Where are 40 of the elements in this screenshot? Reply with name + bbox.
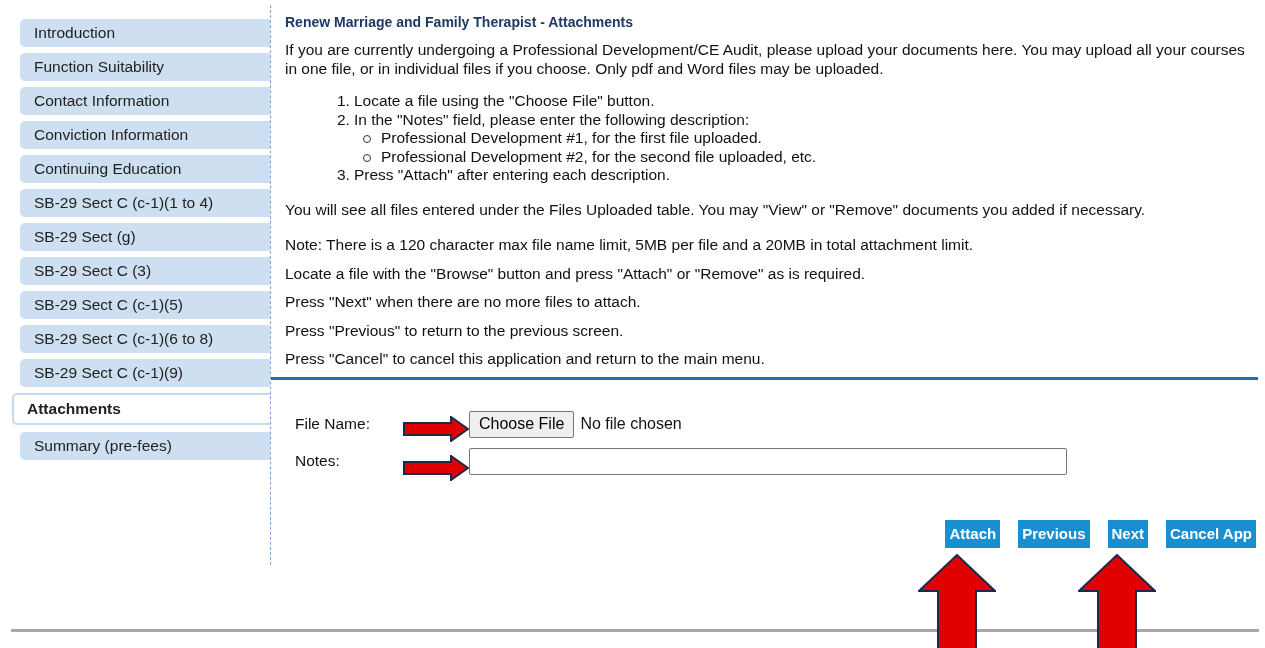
sidebar-item[interactable]: SB-29 Sect (g) <box>20 223 270 251</box>
annotation-arrow <box>403 455 469 481</box>
sidebar-item[interactable]: Introduction <box>20 19 270 47</box>
step-number: 1. <box>337 92 350 111</box>
sidebar-item[interactable]: Summary (pre-fees) <box>20 432 270 460</box>
sidebar-item[interactable]: SB-29 Sect C (c-1)(9) <box>20 359 270 387</box>
step-number: 3. <box>337 166 350 185</box>
action-button[interactable]: Cancel App <box>1166 519 1256 548</box>
action-button[interactable]: Next <box>1107 519 1149 548</box>
files-note: You will see all files entered under the Files Uploaded table. You may "View" or "Remove" documents you added if necessary. <box>285 200 1147 219</box>
step-text: Professional Development #1, for the first file uploaded. <box>381 129 762 148</box>
file-status: No file chosen <box>580 415 682 433</box>
instruction-text: Press "Previous" to return to the previous screen. <box>285 321 625 340</box>
step-text: In the "Notes" field, please enter the following description: <box>353 110 750 129</box>
sidebar-item[interactable]: Continuing Education <box>20 155 270 183</box>
sidebar-item[interactable]: Function Suitability <box>20 53 270 81</box>
choose-file-button[interactable]: Choose File <box>469 410 575 438</box>
action-button[interactable]: Attach <box>945 519 1001 548</box>
instruction-text: Locate a file with the "Browse" button and press "Attach" or "Remove" as is required. <box>285 264 867 283</box>
action-button[interactable]: Previous <box>1018 519 1090 548</box>
step-text: Locate a file using the "Choose File" button. <box>353 92 655 111</box>
field-label: Notes: <box>295 452 340 470</box>
sidebar-item[interactable]: Contact Information <box>20 87 270 115</box>
page-title: Renew Marriage and Family Therapist - Attachments <box>285 14 634 30</box>
sidebar-item[interactable]: SB-29 Sect C (c-1)(5) <box>20 291 270 319</box>
sidebar-item[interactable]: Attachments <box>12 393 270 425</box>
instruction-text: Note: There is a 120 character max file name limit, 5MB per file and a 20MB in total attachment limit. <box>285 236 975 255</box>
step-text: Professional Development #2, for the second file uploaded, etc. <box>381 147 817 166</box>
step-text: Press "Attach" after entering each description. <box>353 166 670 185</box>
intro-paragraph: If you are currently undergoing a Professional Development/CE Audit, please upload your documents here. You may upload all your courses in one file, or in individual files if you choose. Only pdf and Word files may be uploaded. <box>285 41 1246 78</box>
sidebar-item[interactable]: SB-29 Sect C (3) <box>20 257 270 285</box>
field-label: File Name: <box>295 415 370 433</box>
notes-field[interactable] <box>469 447 1067 475</box>
instruction-text: Press "Next" when there are no more files to attach. <box>285 293 642 312</box>
sidebar-item[interactable]: Conviction Information <box>20 121 270 149</box>
instruction-text: Press "Cancel" to cancel this application and return to the main menu. <box>285 350 766 369</box>
sidebar-item[interactable]: SB-29 Sect C (c-1)(6 to 8) <box>20 325 270 353</box>
step-number: 2. <box>337 110 350 129</box>
annotation-arrow <box>403 416 469 442</box>
sidebar-item[interactable]: SB-29 Sect C (c-1)(1 to 4) <box>20 189 270 217</box>
